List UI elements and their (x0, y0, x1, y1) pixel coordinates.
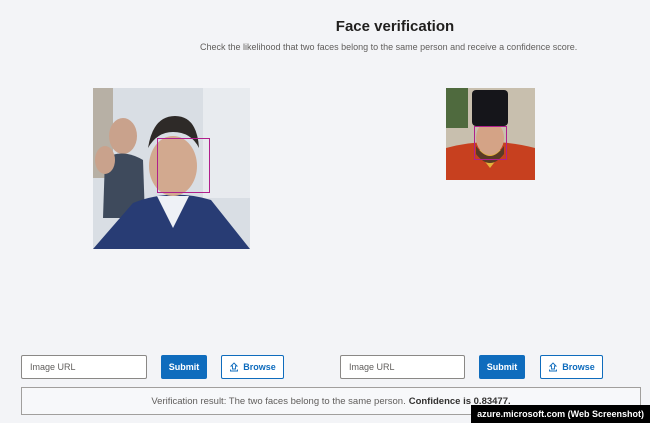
verification-result-text: Verification result: The two faces belon… (151, 395, 406, 407)
browse-icon (549, 362, 558, 372)
right-submit-button[interactable]: Submit (479, 355, 525, 379)
left-submit-button[interactable]: Submit (161, 355, 207, 379)
source-watermark: azure.microsoft.com (Web Screenshot) (471, 405, 650, 423)
page-title: Face verification (335, 18, 455, 35)
left-image-url-input[interactable] (21, 355, 147, 379)
left-face-detection-box (157, 138, 210, 193)
left-browse-label: Browse (243, 362, 276, 372)
browse-icon (230, 362, 239, 372)
right-image-url-input[interactable] (340, 355, 465, 379)
left-face-image (93, 88, 250, 249)
right-face-image (446, 88, 535, 180)
right-browse-label: Browse (562, 362, 595, 372)
left-browse-button[interactable]: Browse (221, 355, 284, 379)
right-face-detection-box (474, 126, 507, 160)
right-browse-button[interactable]: Browse (540, 355, 603, 379)
page-subtitle: Check the likelihood that two faces belo… (200, 42, 578, 52)
